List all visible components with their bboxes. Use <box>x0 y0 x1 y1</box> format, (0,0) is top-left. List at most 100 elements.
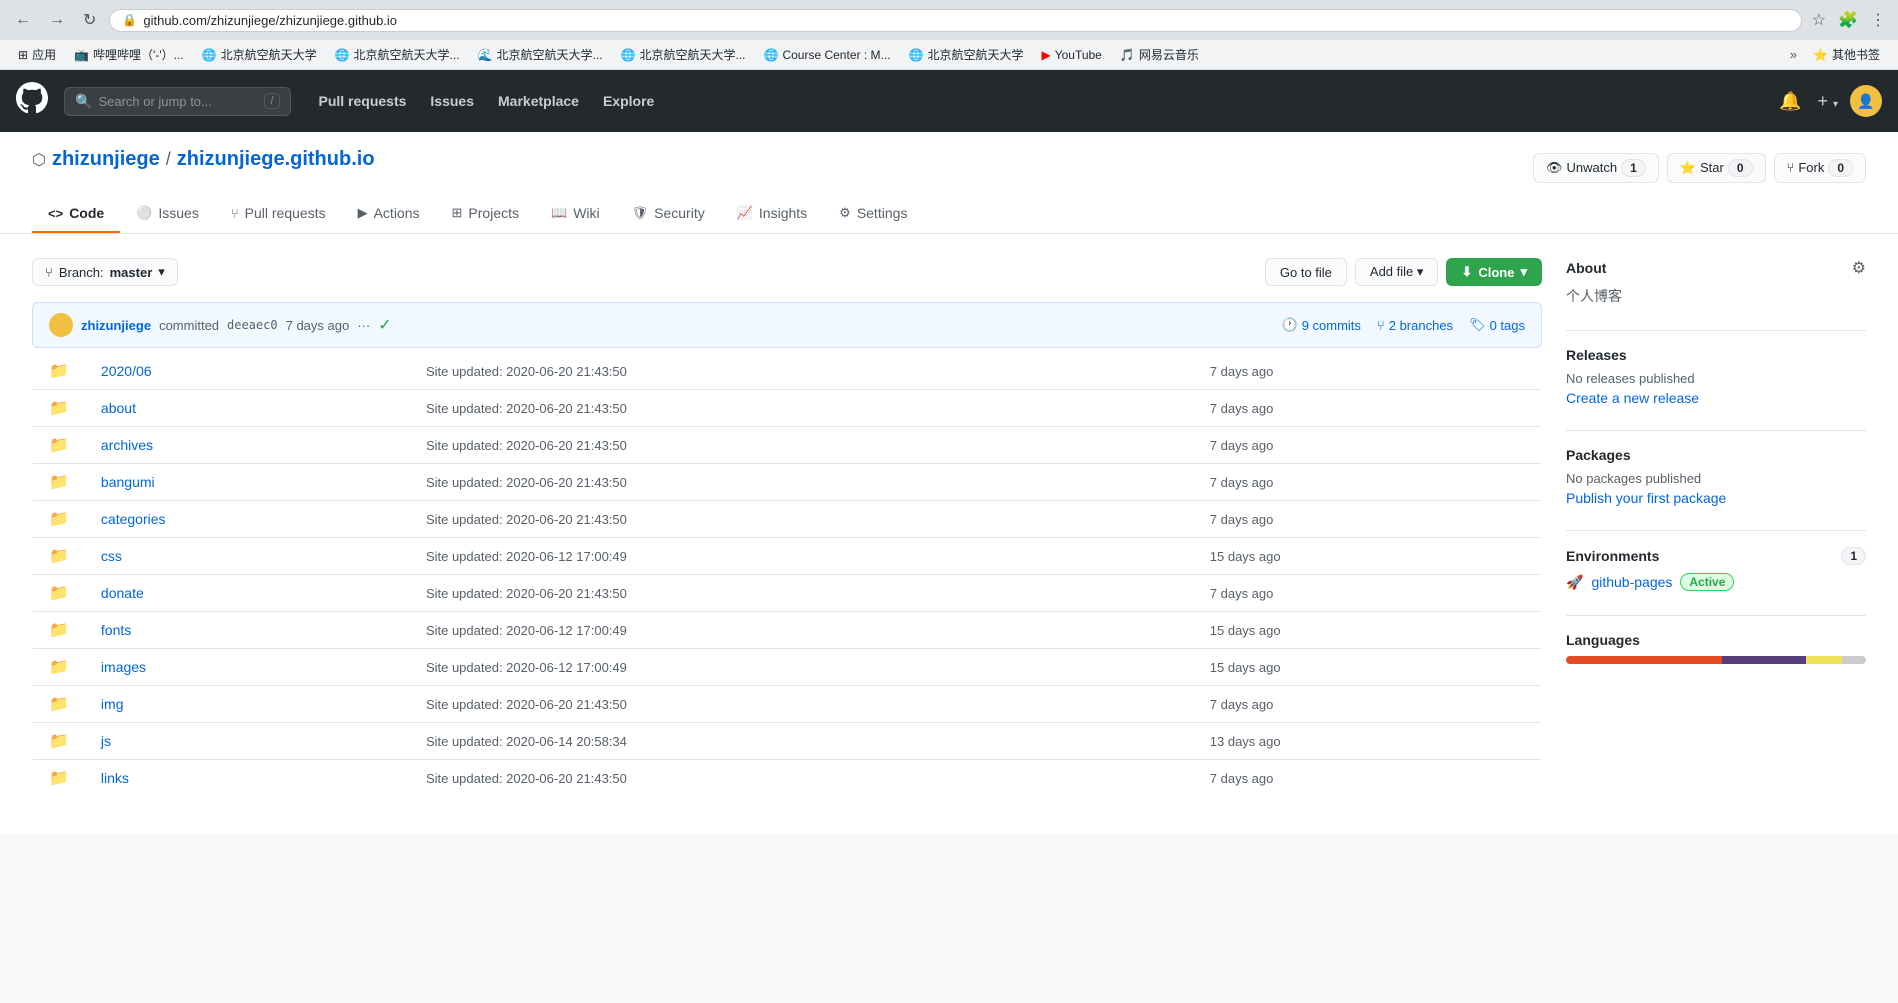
file-message: Site updated: 2020-06-12 17:00:49 <box>426 660 627 675</box>
watch-button[interactable]: 👁 Unwatch 1 <box>1533 153 1659 183</box>
go-to-file-button[interactable]: Go to file <box>1265 258 1347 286</box>
file-message: Site updated: 2020-06-20 21:43:50 <box>426 364 627 379</box>
add-file-label: Add file <box>1370 264 1413 279</box>
tab-insights[interactable]: 📈 Insights <box>721 195 823 233</box>
extension-button[interactable]: 🧩 <box>1836 8 1860 32</box>
bookmark-other-label: 其他书签 <box>1832 46 1880 63</box>
file-name-link[interactable]: img <box>101 696 394 712</box>
tab-code[interactable]: <> Code <box>32 195 120 233</box>
bookmark-buaa1[interactable]: 🌐 北京航空航天大学 <box>194 44 325 65</box>
folder-icon: 📁 <box>49 696 69 713</box>
nav-pull-requests[interactable]: Pull requests <box>307 85 419 117</box>
repo-top-row: ⬡ zhizunjiege / zhizunjiege.github.io 👁 … <box>32 148 1866 187</box>
tags-link[interactable]: 🏷 0 tags <box>1469 317 1525 333</box>
tab-wiki[interactable]: 📖 Wiki <box>535 195 616 233</box>
bookmark-other[interactable]: ⭐ 其他书签 <box>1805 44 1888 65</box>
table-row: 📁 about Site updated: 2020-06-20 21:43:5… <box>33 390 1542 427</box>
star-count: 0 <box>1728 159 1753 177</box>
github-header: 🔍 / Pull requests Issues Marketplace Exp… <box>0 70 1898 132</box>
bookmark-netease[interactable]: 🎵 网易云音乐 <box>1112 44 1207 65</box>
star-button[interactable]: ⭐ Star 0 <box>1667 153 1766 183</box>
tab-issues[interactable]: ⚪ Issues <box>120 195 215 233</box>
file-name-link[interactable]: about <box>101 400 394 416</box>
commit-hash[interactable]: deeaec0 <box>227 318 278 332</box>
new-repo-button[interactable]: + ▾ <box>1813 87 1842 116</box>
file-name-link[interactable]: donate <box>101 585 394 601</box>
commit-ellipsis[interactable]: ··· <box>357 318 370 333</box>
tab-security-label: Security <box>654 205 705 221</box>
forward-button[interactable]: → <box>44 9 70 31</box>
tab-security[interactable]: 🛡 Security <box>616 195 721 233</box>
bookmark-buaa3[interactable]: 🌊 北京航空航天大学... <box>470 44 611 65</box>
bookmark-buaa2[interactable]: 🌐 北京航空航天大学... <box>327 44 468 65</box>
bookmark-buaa5[interactable]: 🌐 北京航空航天大学 <box>901 44 1032 65</box>
repo-header: ⬡ zhizunjiege / zhizunjiege.github.io 👁 … <box>0 132 1898 234</box>
nav-explore[interactable]: Explore <box>591 85 666 117</box>
notifications-button[interactable]: 🔔 <box>1775 87 1805 116</box>
env-name-link[interactable]: github-pages <box>1591 574 1672 590</box>
commits-link[interactable]: 🕐 9 commits <box>1282 317 1361 333</box>
github-logo[interactable] <box>16 82 48 121</box>
fork-button[interactable]: ⑂ Fork 0 <box>1774 153 1867 183</box>
folder-icon: 📁 <box>49 770 69 787</box>
user-avatar[interactable]: 👤 <box>1850 85 1882 117</box>
address-bar[interactable]: 🔒 github.com/zhizunjiege/zhizunjiege.git… <box>109 9 1801 32</box>
tab-projects[interactable]: ⊞ Projects <box>436 195 535 233</box>
branch-selector[interactable]: ⑂ Branch: master ▾ <box>32 258 178 286</box>
folder-icon: 📁 <box>49 622 69 639</box>
file-name-link[interactable]: js <box>101 733 394 749</box>
netease-favicon: 🎵 <box>1120 48 1135 62</box>
file-name-link[interactable]: css <box>101 548 394 564</box>
tab-pull-requests[interactable]: ⑂ Pull requests <box>215 195 342 233</box>
releases-title: Releases <box>1566 347 1627 363</box>
search-input[interactable] <box>98 94 258 109</box>
fork-label: Fork <box>1798 160 1824 175</box>
bookmark-youtube-label: YouTube <box>1055 48 1102 62</box>
bookmark-buaa4[interactable]: 🌐 北京航空航天大学... <box>613 44 754 65</box>
file-name-link[interactable]: archives <box>101 437 394 453</box>
bookmark-apps[interactable]: ⊞ 应用 <box>10 44 64 65</box>
search-bar[interactable]: 🔍 / <box>64 87 291 116</box>
bookmark-course[interactable]: 🌐 Course Center : M... <box>756 46 899 64</box>
back-button[interactable]: ← <box>10 9 36 31</box>
bookmark-youtube[interactable]: ▶ YouTube <box>1033 46 1109 64</box>
publish-package-link[interactable]: Publish your first package <box>1566 490 1726 506</box>
file-time: 7 days ago <box>1210 438 1274 453</box>
star-label: Star <box>1700 160 1724 175</box>
no-releases-text: No releases published <box>1566 371 1866 386</box>
tab-insights-label: Insights <box>759 205 807 221</box>
folder-icon: 📁 <box>49 363 69 380</box>
file-name-link[interactable]: images <box>101 659 394 675</box>
tab-issues-label: Issues <box>158 205 198 221</box>
file-name-link[interactable]: bangumi <box>101 474 394 490</box>
create-release-link[interactable]: Create a new release <box>1566 390 1699 406</box>
repo-owner-link[interactable]: zhizunjiege <box>52 148 160 171</box>
bookmarks-more-button[interactable]: » <box>1784 45 1803 64</box>
tab-actions[interactable]: ▶ Actions <box>342 195 436 233</box>
file-name-link[interactable]: links <box>101 770 394 786</box>
languages-section-header: Languages <box>1566 632 1866 648</box>
bookmark-bilibili[interactable]: 📺 哔哩哔哩（'-'）... <box>66 44 192 65</box>
nav-marketplace[interactable]: Marketplace <box>486 85 591 117</box>
commits-count: 9 commits <box>1302 318 1361 333</box>
clone-button[interactable]: ⬇ Clone ▾ <box>1446 258 1542 286</box>
gear-icon[interactable]: ⚙ <box>1852 258 1866 278</box>
menu-button[interactable]: ⋮ <box>1868 8 1888 32</box>
file-name-link[interactable]: 2020/06 <box>101 363 394 379</box>
commit-action: committed <box>159 318 219 333</box>
commit-author[interactable]: zhizunjiege <box>81 318 151 333</box>
sidebar: About ⚙ 个人博客 Releases No releases publis… <box>1566 258 1866 810</box>
env-status-badge: Active <box>1680 573 1734 591</box>
add-file-button[interactable]: Add file ▾ <box>1355 258 1439 286</box>
bookmark-star-button[interactable]: ☆ <box>1810 8 1828 32</box>
language-segment-other <box>1842 656 1866 664</box>
branches-link[interactable]: ⑂ 2 branches <box>1377 317 1453 333</box>
repo-tabs: <> Code ⚪ Issues ⑂ Pull requests ▶ Actio… <box>32 195 1866 233</box>
tab-settings[interactable]: ⚙ Settings <box>823 195 923 233</box>
repo-name-link[interactable]: zhizunjiege.github.io <box>177 148 375 171</box>
nav-issues[interactable]: Issues <box>418 85 486 117</box>
about-description: 个人博客 <box>1566 286 1866 306</box>
file-name-link[interactable]: categories <box>101 511 394 527</box>
reload-button[interactable]: ↻ <box>78 8 101 32</box>
file-name-link[interactable]: fonts <box>101 622 394 638</box>
